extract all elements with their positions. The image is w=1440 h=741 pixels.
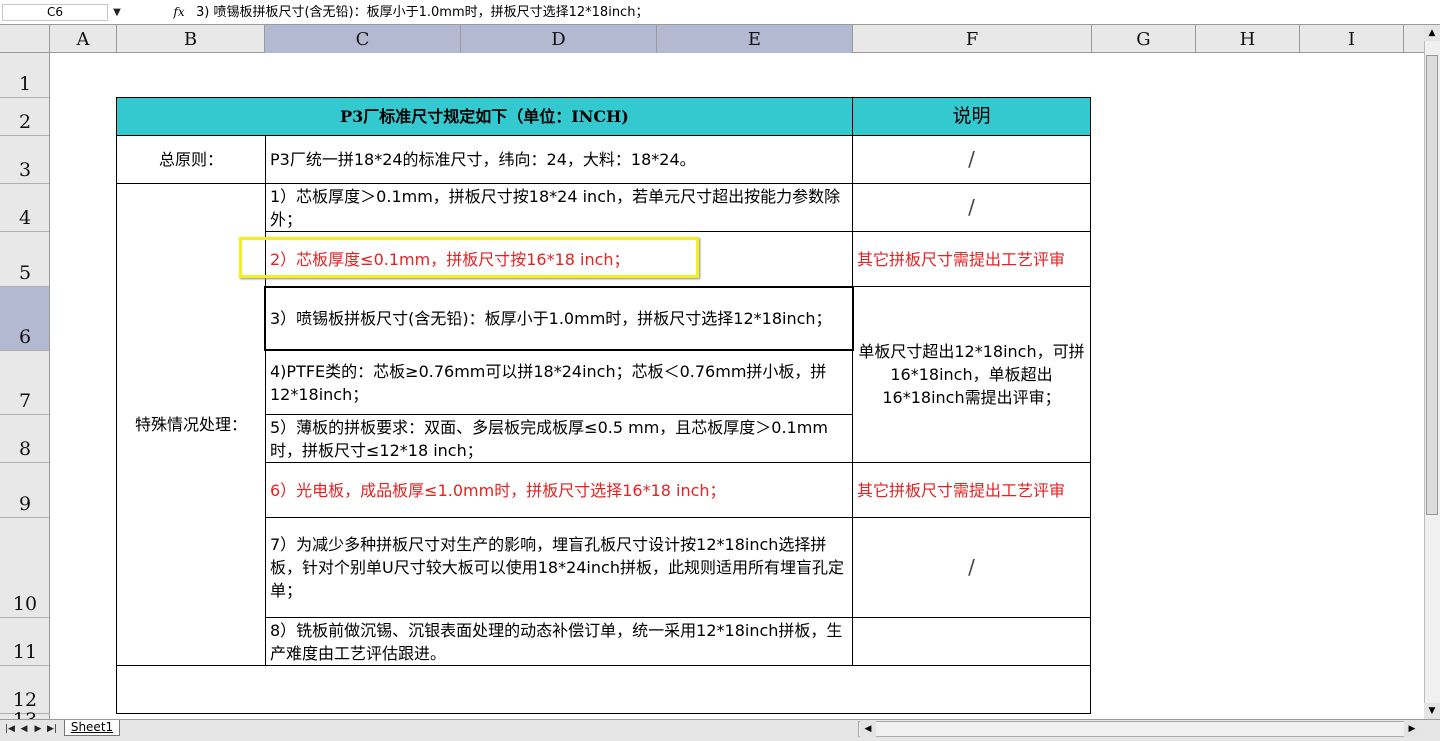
empty-row-12[interactable] [116, 665, 1091, 714]
rule-note-7[interactable]: / [852, 517, 1091, 618]
row-header-9[interactable]: 9 [0, 463, 49, 518]
table-title[interactable]: P3厂标准尺寸规定如下（单位：INCH) [116, 97, 853, 136]
sheet-tab-sheet1[interactable]: Sheet1 [64, 720, 120, 736]
selected-cell-outline [264, 286, 854, 351]
row-headers: 1 2 3 4 5 6 7 8 9 10 11 12 13 [0, 53, 50, 719]
column-header-c[interactable]: C [265, 25, 461, 53]
row-header-3[interactable]: 3 [0, 136, 49, 184]
scroll-up-icon[interactable]: ▲ [1424, 25, 1440, 41]
row-header-7[interactable]: 7 [0, 351, 49, 415]
rule-item-6[interactable]: 6）光电板，成品板厚≤1.0mm时，拼板尺寸选择16*18 inch； [265, 462, 853, 518]
column-header-f[interactable]: F [853, 25, 1092, 53]
formula-bar: C6 ▼ fx 3) 喷锡板拼板尺寸(含无铅)：板厚小于1.0mm时，拼板尺寸选… [0, 0, 1440, 25]
name-box[interactable]: C6 [2, 4, 108, 21]
function-icon[interactable]: fx [170, 3, 188, 22]
rule-note-8[interactable] [852, 617, 1091, 666]
note-header[interactable]: 说明 [852, 97, 1091, 136]
next-sheet-icon[interactable]: ▶ [32, 722, 44, 736]
row-header-12[interactable]: 12 [0, 666, 49, 714]
column-header-d[interactable]: D [461, 25, 657, 53]
last-sheet-icon[interactable]: ▶| [46, 722, 58, 736]
vertical-scroll-thumb[interactable] [1426, 55, 1438, 515]
row-header-6[interactable]: 6 [0, 287, 49, 351]
column-header-i[interactable]: I [1300, 25, 1404, 53]
scroll-left-icon[interactable]: ◀ [860, 721, 876, 737]
prev-sheet-icon[interactable]: ◀ [18, 722, 30, 736]
scroll-right-icon[interactable]: ▶ [1404, 721, 1420, 737]
rule-item-1[interactable]: 1）芯板厚度＞0.1mm，拼板尺寸按18*24 inch，若单元尺寸超出按能力参… [265, 183, 853, 232]
general-text[interactable]: P3厂统一拼18*24的标准尺寸，纬向：24，大料：18*24。 [265, 135, 853, 184]
row-header-4[interactable]: 4 [0, 184, 49, 232]
row-header-11[interactable]: 11 [0, 618, 49, 666]
column-header-b[interactable]: B [117, 25, 265, 53]
rule-note-1[interactable]: / [852, 183, 1091, 232]
rule-item-4[interactable]: 4)PTFE类的：芯板≥0.76mm可以拼18*24inch；芯板＜0.76mm… [265, 350, 853, 415]
horizontal-scrollbar[interactable] [858, 721, 1420, 737]
rule-item-7[interactable]: 7）为减少多种拼板尺寸对生产的影响，埋盲孔板尺寸设计按12*18inch选择拼板… [265, 517, 853, 618]
row-header-2[interactable]: 2 [0, 98, 49, 136]
row-header-8[interactable]: 8 [0, 415, 49, 463]
formula-input[interactable]: 3) 喷锡板拼板尺寸(含无铅)：板厚小于1.0mm时，拼板尺寸选择12*18in… [196, 3, 1396, 22]
column-headers: A B C D E F G H I [0, 25, 1424, 53]
column-header-g[interactable]: G [1092, 25, 1196, 53]
column-header-h[interactable]: H [1196, 25, 1300, 53]
row-header-10[interactable]: 10 [0, 518, 49, 618]
rule-item-8[interactable]: 8）铣板前做沉锡、沉银表面处理的动态补偿订单，统一采用12*18inch拼板，生… [265, 617, 853, 666]
first-sheet-icon[interactable]: |◀ [4, 722, 16, 736]
rule-note-6[interactable]: 其它拼板尺寸需提出工艺评审 [852, 462, 1091, 518]
select-all-corner[interactable] [0, 25, 50, 53]
column-header-a[interactable]: A [50, 25, 117, 53]
row-header-1[interactable]: 1 [0, 53, 49, 98]
rule-item-5[interactable]: 5）薄板的拼板要求：双面、多层板完成板厚≤0.5 mm，且芯板厚度＞0.1mm时… [265, 414, 853, 463]
highlight-box [239, 237, 699, 278]
column-header-e[interactable]: E [657, 25, 853, 53]
scroll-down-icon[interactable]: ▼ [1424, 703, 1440, 719]
general-label[interactable]: 总原则： [116, 135, 266, 184]
rule-note-2[interactable]: 其它拼板尺寸需提出工艺评审 [852, 231, 1091, 287]
row-header-5[interactable]: 5 [0, 232, 49, 287]
general-note[interactable]: / [852, 135, 1091, 184]
rule-note-3-5[interactable]: 单板尺寸超出12*18inch，可拼16*18inch，单板超出16*18inc… [852, 286, 1091, 463]
chevron-down-icon[interactable]: ▼ [109, 4, 125, 21]
